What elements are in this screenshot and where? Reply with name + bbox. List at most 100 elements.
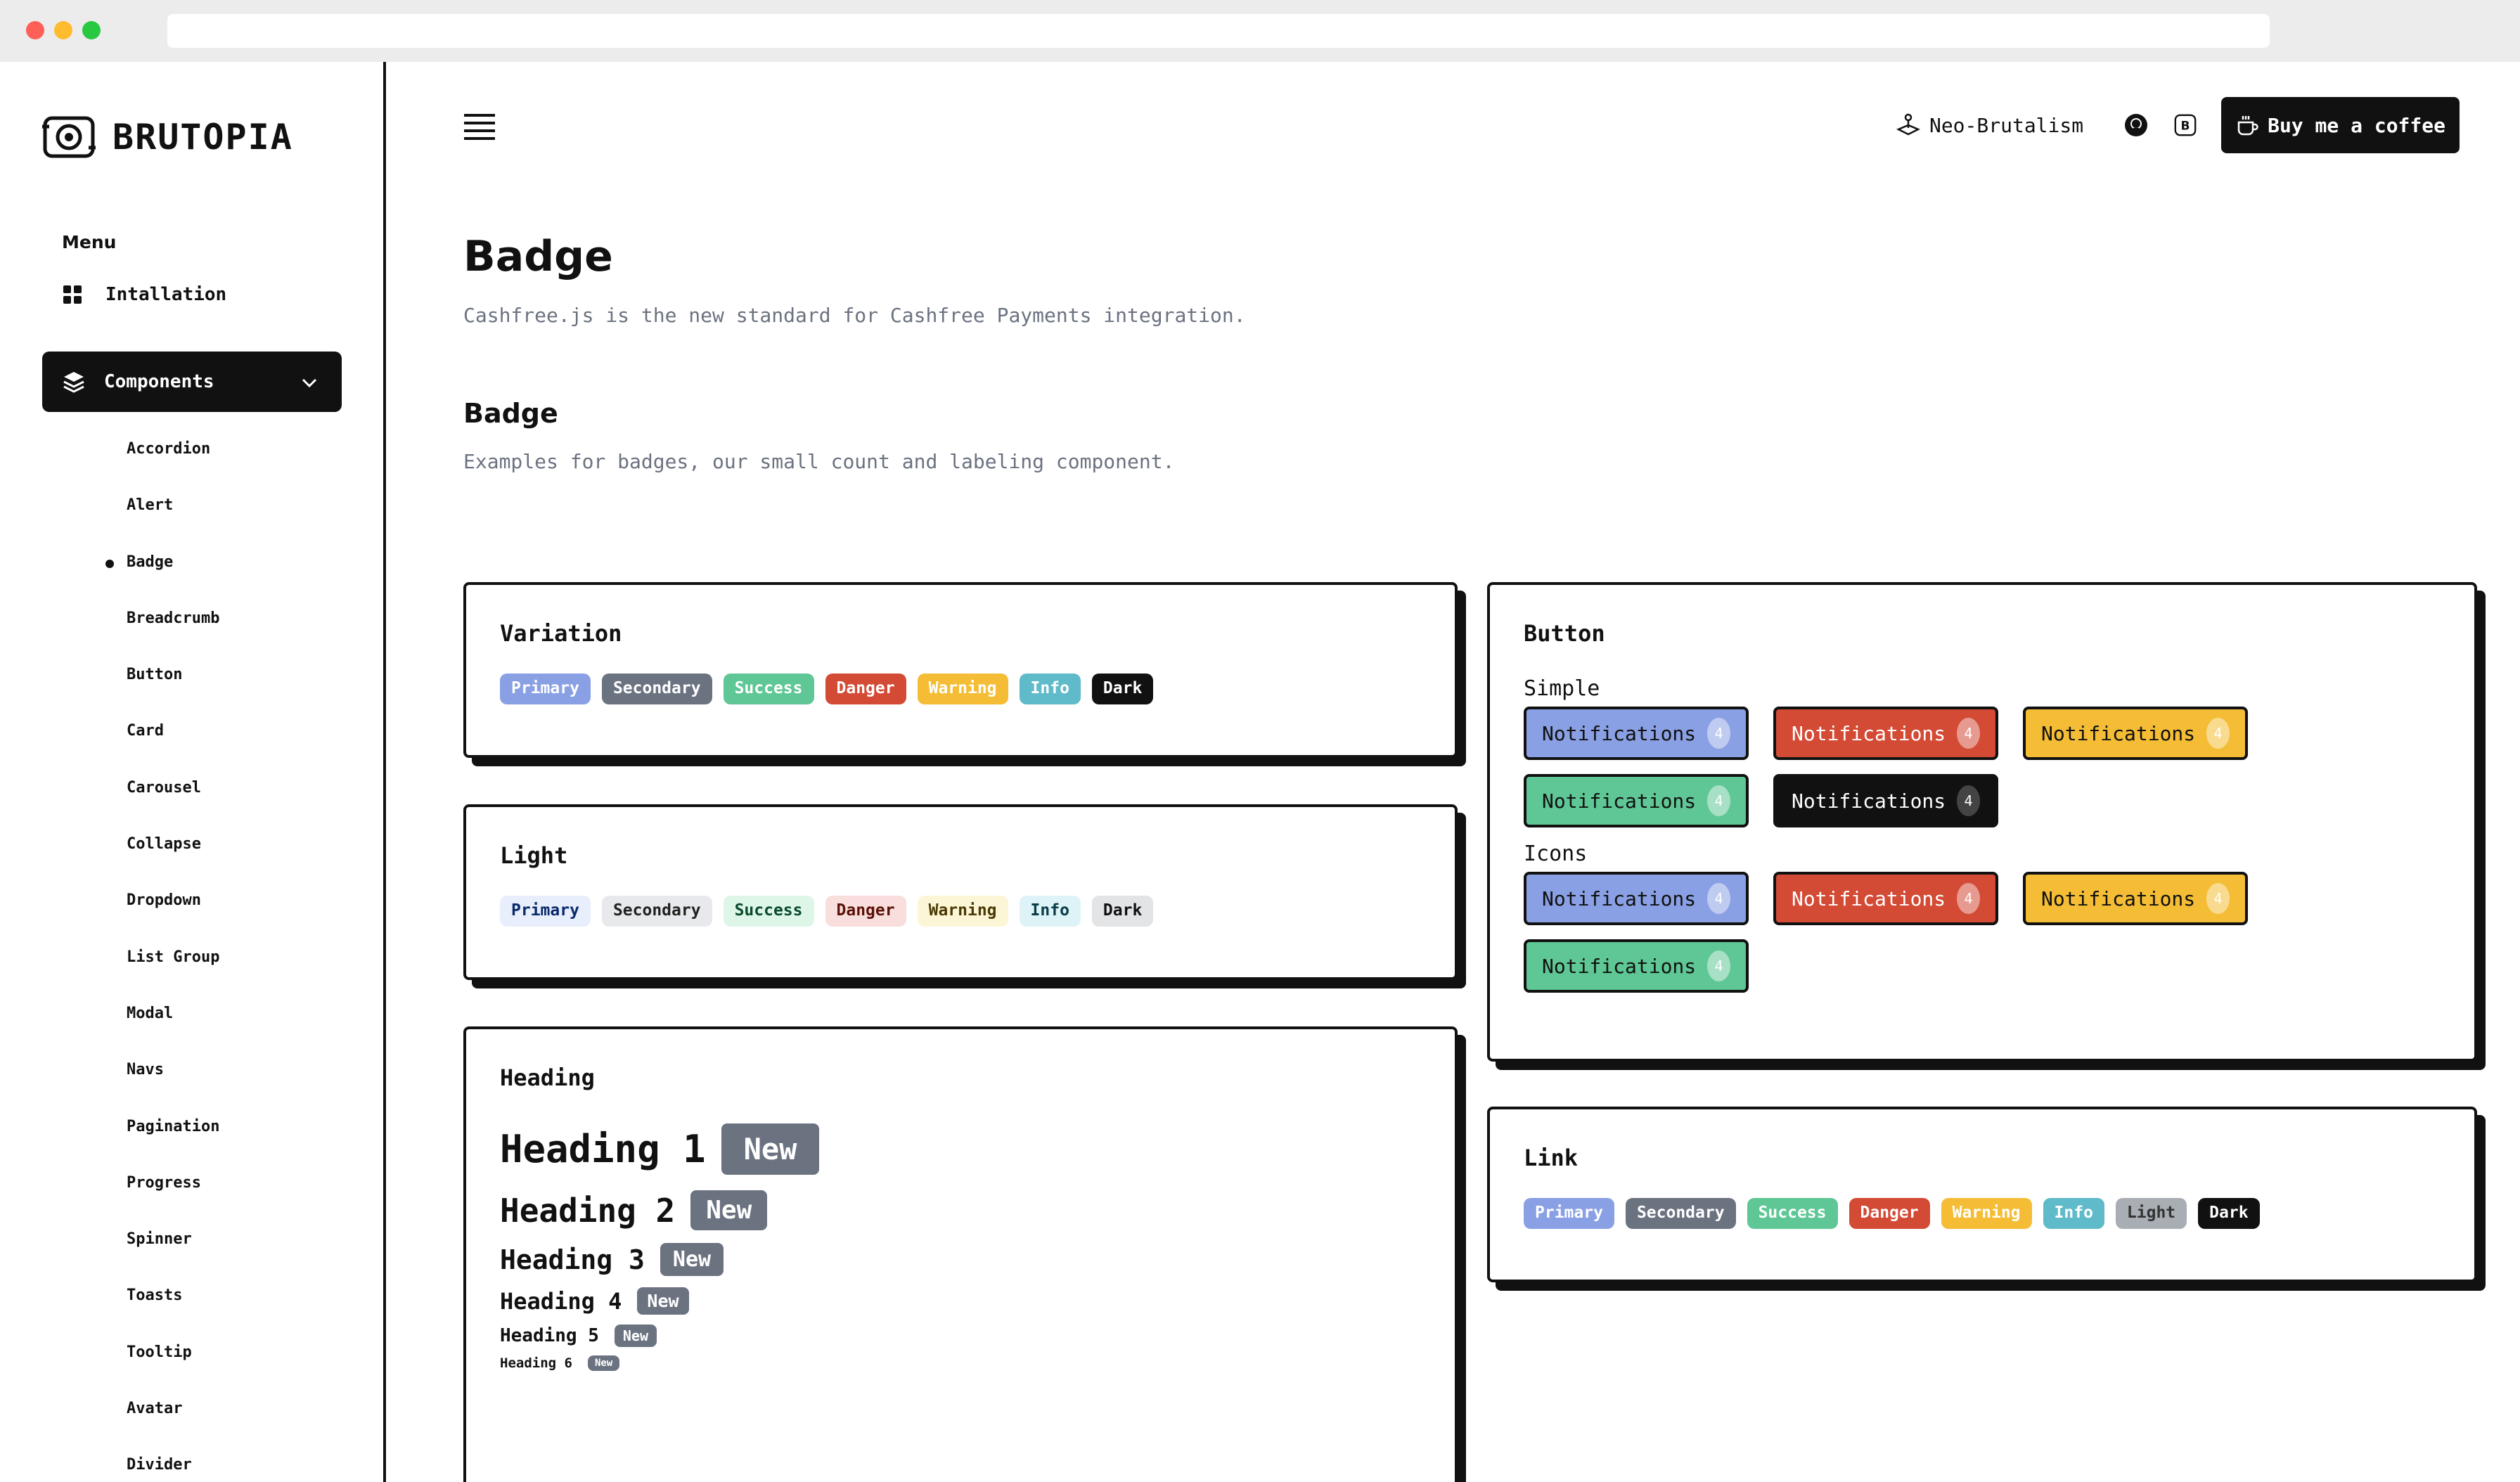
heading-card: Heading Heading 1 New Heading 2 New Heading … bbox=[463, 1026, 1458, 1482]
button-label: Notifications bbox=[1542, 721, 1697, 745]
sidebar-item-collapse[interactable]: Collapse bbox=[127, 837, 219, 893]
brand-logo-icon bbox=[42, 116, 96, 158]
sidebar-item-installation[interactable]: Intallation bbox=[62, 284, 226, 305]
badge-light-danger: Danger bbox=[825, 896, 906, 927]
link-badge-danger[interactable]: Danger bbox=[1849, 1198, 1930, 1229]
sidebar-item-navs[interactable]: Navs bbox=[127, 1062, 219, 1119]
heading-4: Heading 4 New bbox=[500, 1287, 1421, 1315]
sidebar-item-badge[interactable]: Badge bbox=[105, 554, 219, 611]
notifications-button-warning[interactable]: Notifications 4 bbox=[2023, 707, 2248, 760]
sidebar-item-avatar[interactable]: Avatar bbox=[127, 1401, 219, 1457]
count-badge: 4 bbox=[2206, 883, 2230, 914]
heading-text: Heading 3 bbox=[500, 1244, 645, 1275]
chevron-down-icon[interactable] bbox=[300, 373, 319, 392]
badge-info: Info bbox=[1019, 674, 1081, 704]
badge-light-dark: Dark bbox=[1091, 896, 1154, 927]
link-badge-light[interactable]: Light bbox=[2115, 1198, 2187, 1229]
theme-link[interactable]: Neo-Brutalism bbox=[1896, 112, 2083, 138]
notifications-button-primary[interactable]: Notifications 4 bbox=[1524, 707, 1749, 760]
sidebar-item-list-group[interactable]: List Group bbox=[127, 948, 220, 1006]
link-badge-success[interactable]: Success bbox=[1747, 1198, 1838, 1229]
count-badge: 4 bbox=[1957, 718, 1980, 749]
sidebar-item-label: Navs bbox=[127, 1061, 164, 1079]
sidebar-item-alert[interactable]: Alert bbox=[127, 498, 219, 554]
badge-dark: Dark bbox=[1091, 674, 1154, 704]
sidebar-item-breadcrumb[interactable]: Breadcrumb bbox=[127, 610, 219, 667]
sidebar-item-label: Tooltip bbox=[127, 1343, 192, 1361]
notifications-button-danger[interactable]: Notifications 4 bbox=[1773, 707, 1998, 760]
link-badge-secondary[interactable]: Secondary bbox=[1625, 1198, 1736, 1229]
card-title: Variation bbox=[500, 620, 622, 647]
link-badge-warning[interactable]: Warning bbox=[1941, 1198, 2032, 1229]
notifications-button-success[interactable]: Notifications 4 bbox=[1524, 774, 1749, 827]
heading-text: Heading 5 bbox=[500, 1325, 599, 1346]
simple-button-grid: Notifications 4 Notifications 4 Notification… bbox=[1524, 707, 2441, 827]
heading-text: Heading 4 bbox=[500, 1287, 622, 1315]
github-link[interactable] bbox=[2123, 112, 2149, 138]
menu-toggle-button[interactable] bbox=[464, 114, 495, 140]
section-title: Badge bbox=[463, 398, 558, 429]
sidebar-item-pagination[interactable]: Pagination bbox=[127, 1119, 219, 1175]
sidebar-item-card[interactable]: Card bbox=[127, 723, 219, 780]
sidebar-item-components[interactable]: Components bbox=[42, 352, 342, 412]
link-badge-primary[interactable]: Primary bbox=[1524, 1198, 1614, 1229]
button-label: Notifications bbox=[2041, 887, 2196, 910]
sidebar-item-progress[interactable]: Progress bbox=[127, 1175, 219, 1232]
icons-button-grid: Notifications 4 Notifications 4 Notification… bbox=[1524, 872, 2441, 993]
sidebar-item-button[interactable]: Button bbox=[127, 667, 219, 723]
heading-1: Heading 1 New bbox=[500, 1123, 1421, 1175]
new-badge: New bbox=[637, 1287, 689, 1315]
heading-3: Heading 3 New bbox=[500, 1243, 1421, 1276]
badge-light-secondary: Secondary bbox=[601, 896, 712, 927]
light-card: Light Primary Secondary Success Danger Warni… bbox=[463, 804, 1458, 980]
heading-5: Heading 5 New bbox=[500, 1325, 1421, 1347]
notifications-button-warning[interactable]: Notifications 4 bbox=[2023, 872, 2248, 925]
button-label: Notifications bbox=[2041, 721, 2196, 745]
sidebar-item-modal[interactable]: Modal bbox=[127, 1005, 219, 1062]
minimize-window-button[interactable] bbox=[54, 21, 72, 39]
bootstrap-link[interactable]: B bbox=[2172, 112, 2199, 138]
link-badge-dark[interactable]: Dark bbox=[2198, 1198, 2260, 1229]
sidebar-item-divider[interactable]: Divider bbox=[127, 1457, 219, 1482]
section-subtitle: Examples for badges, our small count and… bbox=[463, 450, 1175, 473]
notifications-button-success[interactable]: Notifications 4 bbox=[1524, 939, 1749, 993]
notifications-button-danger[interactable]: Notifications 4 bbox=[1773, 872, 1998, 925]
heading-text: Heading 2 bbox=[500, 1191, 676, 1230]
page-subtitle: Cashfree.js is the new standard for Cash… bbox=[463, 304, 1246, 327]
badge-light-info: Info bbox=[1019, 896, 1081, 927]
sidebar-item-label: Card bbox=[127, 722, 164, 740]
new-badge: New bbox=[660, 1243, 724, 1276]
badge-success: Success bbox=[723, 674, 814, 704]
buy-me-a-coffee-button[interactable]: Buy me a coffee bbox=[2221, 97, 2460, 153]
badge-light-warning: Warning bbox=[917, 896, 1008, 927]
sidebar-item-dropdown[interactable]: Dropdown bbox=[127, 893, 219, 949]
sidebar-item-label: Carousel bbox=[127, 778, 201, 797]
count-badge: 4 bbox=[1707, 785, 1730, 816]
notifications-button-dark[interactable]: Notifications 4 bbox=[1773, 774, 1998, 827]
brand[interactable]: BRUTOPIA bbox=[41, 112, 293, 162]
sidebar-item-toasts[interactable]: Toasts bbox=[127, 1288, 219, 1344]
link-badge-info[interactable]: Info bbox=[2043, 1198, 2104, 1229]
new-badge: New bbox=[614, 1325, 657, 1347]
address-bar[interactable] bbox=[167, 14, 2270, 48]
coffee-icon bbox=[2237, 116, 2258, 136]
coffee-label: Buy me a coffee bbox=[2268, 113, 2445, 137]
page-title: Badge bbox=[463, 232, 613, 281]
sidebar-item-carousel[interactable]: Carousel bbox=[127, 780, 219, 837]
badge-primary: Primary bbox=[500, 674, 591, 704]
sidebar-item-label: List Group bbox=[127, 948, 220, 966]
sidebar-item-accordion[interactable]: Accordion bbox=[127, 442, 219, 498]
sidebar-item-label: Toasts bbox=[127, 1287, 183, 1305]
link-card: Link Primary Secondary Success Danger Warnin… bbox=[1487, 1107, 2477, 1282]
sidebar-item-label: Spinner bbox=[127, 1230, 192, 1249]
sidebar-item-label: Pagination bbox=[127, 1117, 220, 1135]
close-window-button[interactable] bbox=[26, 21, 44, 39]
notifications-button-primary[interactable]: Notifications 4 bbox=[1524, 872, 1749, 925]
variation-card: Variation Primary Secondary Success Danger W… bbox=[463, 582, 1458, 758]
heading-rows: Heading 1 New Heading 2 New Heading 3 New Head… bbox=[500, 1123, 1421, 1371]
maximize-window-button[interactable] bbox=[82, 21, 101, 39]
sidebar-item-tooltip[interactable]: Tooltip bbox=[127, 1343, 219, 1401]
badge-row: Primary Secondary Success Danger Warning Info… bbox=[500, 674, 1421, 704]
sidebar-item-spinner[interactable]: Spinner bbox=[127, 1232, 219, 1288]
theme-label: Neo-Brutalism bbox=[1929, 113, 2084, 137]
